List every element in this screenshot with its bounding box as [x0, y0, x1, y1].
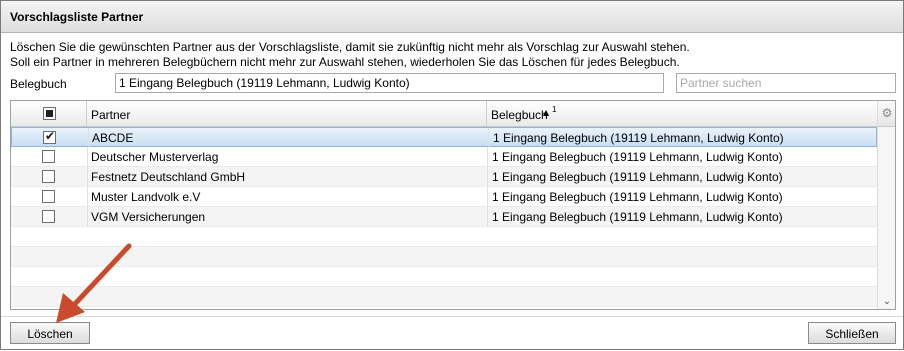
partner-suggestion-dialog: Vorschlagsliste Partner Löschen Sie die …	[0, 0, 904, 350]
arrow-annotation	[56, 243, 132, 323]
